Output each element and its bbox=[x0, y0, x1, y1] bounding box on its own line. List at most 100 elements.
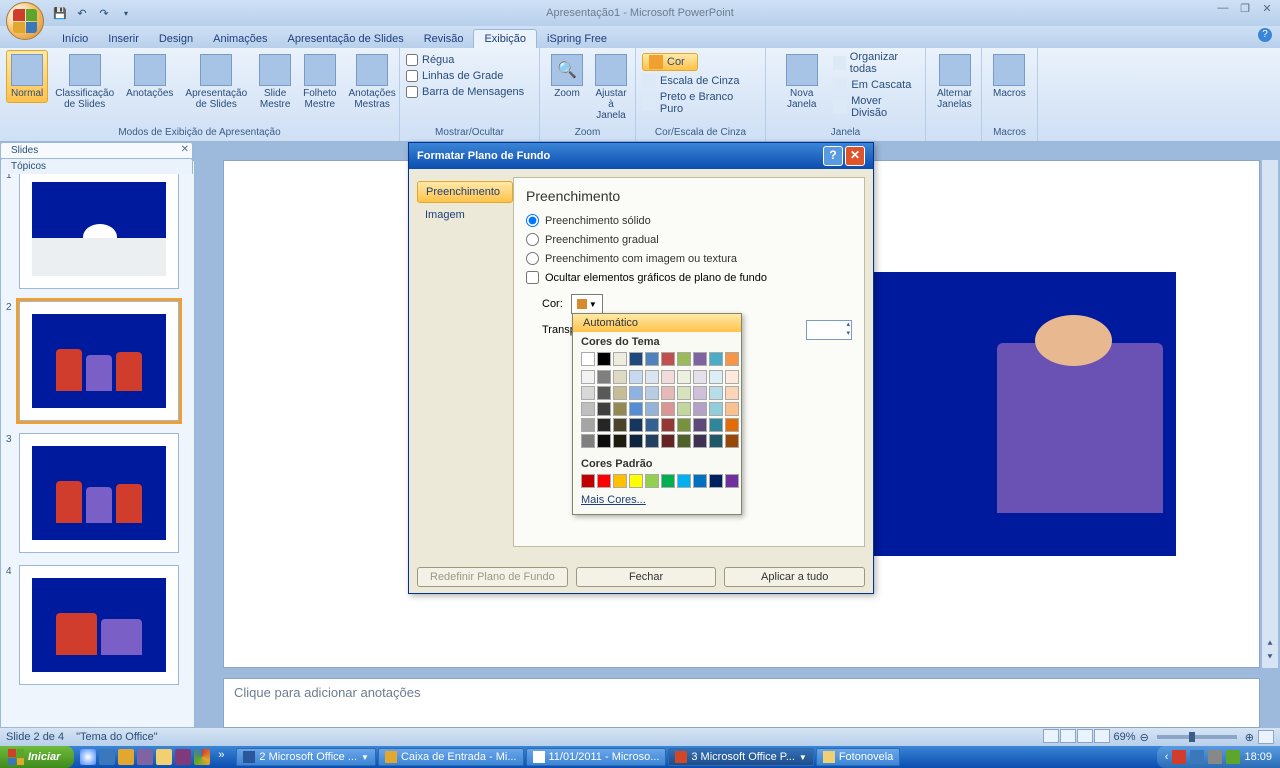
color-swatch[interactable] bbox=[613, 434, 627, 448]
color-swatch[interactable] bbox=[581, 370, 595, 384]
color-swatch[interactable] bbox=[677, 418, 691, 432]
color-swatch[interactable] bbox=[613, 370, 627, 384]
notes-page-button[interactable]: Anotações bbox=[121, 50, 178, 103]
vertical-scrollbar[interactable]: ⯅⯆ bbox=[1262, 160, 1278, 668]
ql-firefox-icon[interactable] bbox=[118, 749, 134, 765]
color-swatch[interactable] bbox=[581, 418, 595, 432]
new-window-button[interactable]: Nova Janela bbox=[772, 50, 831, 114]
ql-chrome-icon[interactable] bbox=[80, 749, 96, 765]
message-bar-checkbox[interactable]: Barra de Mensagens bbox=[406, 86, 533, 98]
color-swatch[interactable] bbox=[677, 434, 691, 448]
close-dialog-button[interactable]: Fechar bbox=[576, 567, 717, 587]
macros-button[interactable]: Macros bbox=[988, 50, 1031, 103]
color-swatch[interactable] bbox=[677, 352, 691, 366]
help-icon[interactable]: ? bbox=[1258, 28, 1272, 42]
color-swatch[interactable] bbox=[581, 402, 595, 416]
apply-all-button[interactable]: Aplicar a tudo bbox=[724, 567, 865, 587]
color-swatch[interactable] bbox=[693, 386, 707, 400]
thumbnail-2[interactable]: 2 bbox=[19, 301, 179, 421]
tab-insert[interactable]: Inserir bbox=[98, 30, 149, 48]
color-swatch[interactable] bbox=[629, 434, 643, 448]
reset-background-button[interactable]: Redefinir Plano de Fundo bbox=[417, 567, 568, 587]
color-swatch[interactable] bbox=[629, 418, 643, 432]
color-swatch[interactable] bbox=[645, 370, 659, 384]
tab-home[interactable]: Início bbox=[52, 30, 98, 48]
transparency-spinner[interactable] bbox=[806, 320, 852, 340]
color-swatch[interactable] bbox=[677, 402, 691, 416]
panel-close-icon[interactable]: ✕ bbox=[181, 144, 189, 155]
color-swatch[interactable] bbox=[725, 402, 739, 416]
tray-app-icon[interactable] bbox=[1226, 750, 1240, 764]
system-tray[interactable]: ‹ 18:09 bbox=[1157, 746, 1280, 768]
normal-view-button[interactable]: Normal bbox=[6, 50, 48, 103]
slide-master-button[interactable]: Slide Mestre bbox=[254, 50, 296, 114]
color-swatch[interactable] bbox=[613, 352, 627, 366]
arrange-all-button[interactable]: Organizar todas bbox=[833, 51, 919, 75]
color-swatch[interactable] bbox=[677, 386, 691, 400]
color-swatch[interactable] bbox=[709, 386, 723, 400]
color-swatch[interactable] bbox=[725, 434, 739, 448]
tray-shield-icon[interactable] bbox=[1172, 750, 1186, 764]
color-swatch[interactable] bbox=[645, 352, 659, 366]
taskbar-item-powerpoint[interactable]: 3 Microsoft Office P...▼ bbox=[668, 748, 813, 766]
tab-review[interactable]: Revisão bbox=[414, 30, 474, 48]
color-swatch[interactable] bbox=[597, 434, 611, 448]
color-swatch[interactable] bbox=[709, 434, 723, 448]
color-swatch[interactable] bbox=[645, 474, 659, 488]
color-swatch[interactable] bbox=[693, 434, 707, 448]
gridlines-checkbox[interactable]: Linhas de Grade bbox=[406, 70, 533, 82]
minimize-button[interactable]: — bbox=[1214, 2, 1232, 16]
color-swatch[interactable] bbox=[709, 352, 723, 366]
tray-expand-icon[interactable]: ‹ bbox=[1165, 751, 1169, 763]
ql-more-icon[interactable]: » bbox=[213, 749, 229, 765]
ql-picasa-icon[interactable] bbox=[194, 749, 210, 765]
notes-master-button[interactable]: Anotações Mestras bbox=[344, 50, 401, 114]
qat-dropdown-icon[interactable]: ▾ bbox=[118, 5, 134, 21]
color-swatch[interactable] bbox=[629, 474, 643, 488]
clock[interactable]: 18:09 bbox=[1244, 751, 1272, 763]
color-swatch[interactable] bbox=[725, 352, 739, 366]
save-icon[interactable]: 💾 bbox=[52, 5, 68, 21]
dialog-title-bar[interactable]: Formatar Plano de Fundo ? ✕ bbox=[409, 143, 873, 169]
cascade-button[interactable]: Em Cascata bbox=[833, 78, 919, 92]
thumbnail-3[interactable]: 3 bbox=[19, 433, 179, 553]
thumbnail-4[interactable]: 4 bbox=[19, 565, 179, 685]
color-swatch[interactable] bbox=[725, 370, 739, 384]
zoom-button[interactable]: 🔍Zoom bbox=[546, 50, 588, 103]
color-swatch[interactable] bbox=[581, 352, 595, 366]
zoom-level[interactable]: 69% bbox=[1114, 731, 1136, 743]
solid-fill-radio[interactable]: Preenchimento sólido bbox=[526, 214, 852, 227]
fit-window-button[interactable]: Ajustar à Janela bbox=[590, 50, 632, 125]
outline-tab[interactable]: Tópicos bbox=[0, 158, 193, 174]
tray-volume-icon[interactable] bbox=[1208, 750, 1222, 764]
color-swatch[interactable] bbox=[725, 386, 739, 400]
color-swatch[interactable] bbox=[709, 474, 723, 488]
gradient-fill-radio[interactable]: Preenchimento gradual bbox=[526, 233, 852, 246]
color-swatch[interactable] bbox=[661, 370, 675, 384]
color-swatch[interactable] bbox=[661, 474, 675, 488]
color-swatch[interactable] bbox=[709, 402, 723, 416]
taskbar-item-folder[interactable]: Fotonovela bbox=[816, 748, 900, 766]
color-swatch[interactable] bbox=[597, 418, 611, 432]
notes-pane[interactable]: Clique para adicionar anotações bbox=[223, 678, 1260, 728]
picture-fill-radio[interactable]: Preenchimento com imagem ou textura bbox=[526, 252, 852, 265]
dialog-close-button[interactable]: ✕ bbox=[845, 146, 865, 166]
more-colors-link[interactable]: Mais Cores... bbox=[573, 490, 741, 510]
tray-network-icon[interactable] bbox=[1190, 750, 1204, 764]
color-swatch[interactable] bbox=[597, 474, 611, 488]
color-swatch[interactable] bbox=[661, 386, 675, 400]
color-dropdown-button[interactable]: ▼ bbox=[571, 294, 603, 314]
automatic-color-option[interactable]: Automático bbox=[573, 314, 741, 332]
color-swatch[interactable] bbox=[661, 402, 675, 416]
tab-animations[interactable]: Animações bbox=[203, 30, 277, 48]
color-swatch[interactable] bbox=[645, 418, 659, 432]
zoom-slider[interactable] bbox=[1157, 735, 1237, 739]
next-slide-icon[interactable]: ⯆ bbox=[1262, 652, 1278, 666]
hide-bg-graphics-checkbox[interactable]: Ocultar elementos gráficos de plano de f… bbox=[526, 271, 852, 284]
taskbar-item-outlook[interactable]: Caixa de Entrada - Mi... bbox=[378, 748, 524, 766]
color-swatch[interactable] bbox=[581, 434, 595, 448]
redo-icon[interactable]: ↷ bbox=[96, 5, 112, 21]
color-swatch[interactable] bbox=[661, 352, 675, 366]
fit-to-window-icon[interactable] bbox=[1258, 730, 1274, 744]
color-swatch[interactable] bbox=[597, 352, 611, 366]
